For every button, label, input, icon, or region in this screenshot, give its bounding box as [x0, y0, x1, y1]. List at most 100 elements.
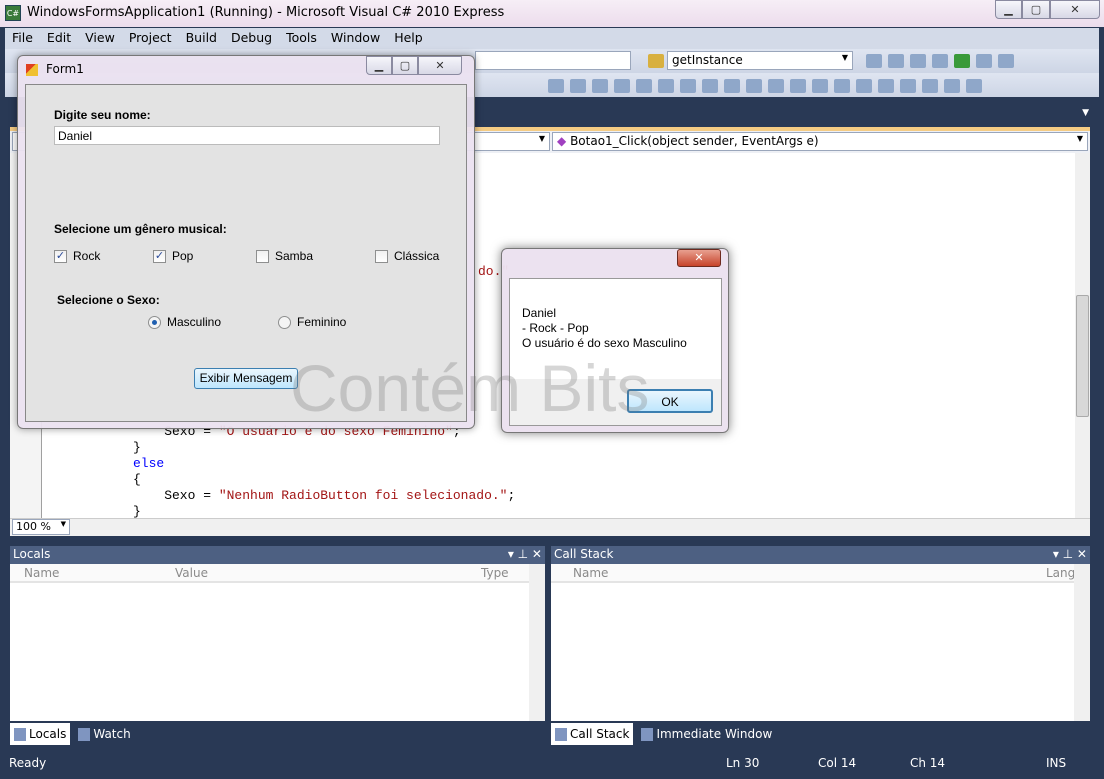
tab-label: Immediate Window: [656, 727, 773, 741]
message-box: ✕ Daniel - Rock - Pop O usuário é do sex…: [501, 248, 729, 433]
tab-locals[interactable]: Locals: [10, 723, 71, 745]
find-in-files-icon[interactable]: [648, 54, 664, 68]
solution-config-combo[interactable]: [475, 51, 631, 70]
callstack-grid: Name Lang: [551, 564, 1090, 721]
find-combo[interactable]: getInstance ▼: [667, 51, 853, 70]
ok-button[interactable]: OK: [627, 389, 713, 413]
format-icon[interactable]: [636, 78, 652, 93]
form-close-button[interactable]: ✕: [418, 56, 462, 75]
locals-tabs: Locals Watch: [10, 721, 545, 745]
locals-icon: [14, 727, 26, 741]
messagebox-client: Daniel - Rock - Pop O usuário é do sexo …: [509, 278, 722, 426]
size-icon[interactable]: [834, 78, 850, 93]
column-type[interactable]: Type: [481, 566, 509, 580]
show-message-button[interactable]: Exibir Mensagem: [194, 368, 298, 389]
zoom-bar: 100 % ▼: [10, 518, 1090, 536]
code-token: }: [133, 504, 141, 519]
align-icon[interactable]: [768, 78, 784, 93]
format-icon[interactable]: [570, 78, 586, 93]
radio-icon: [148, 315, 161, 329]
code-lines: Sexo = "O usuário é do sexo Feminino";} e…: [133, 424, 515, 520]
tab-watch[interactable]: Watch: [74, 723, 134, 745]
status-insert-mode: INS: [1046, 756, 1067, 770]
editor-vertical-scrollbar[interactable]: [1075, 153, 1090, 518]
column-lang[interactable]: Lang: [1046, 566, 1075, 580]
scrollbar-thumb[interactable]: [1076, 295, 1089, 417]
menu-file[interactable]: File: [5, 28, 40, 49]
close-button[interactable]: ✕: [1050, 0, 1100, 19]
form-maximize-button[interactable]: ▢: [392, 56, 418, 75]
align-icon[interactable]: [724, 78, 740, 93]
size-icon[interactable]: [856, 78, 872, 93]
callstack-tabs: Call Stack Immediate Window: [551, 721, 1090, 745]
column-name[interactable]: Name: [573, 566, 608, 580]
tab-label: Locals: [29, 727, 67, 741]
form1-client: Digite seu nome: Daniel Selecione um gên…: [25, 84, 467, 422]
sex-label: Selecione o Sexo:: [57, 293, 160, 307]
properties-icon[interactable]: [888, 53, 904, 68]
size-icon[interactable]: [812, 78, 828, 93]
callstack-scrollbar[interactable]: [1074, 564, 1090, 721]
radio-masculino[interactable]: Masculino: [148, 315, 221, 329]
radio-feminino[interactable]: Feminino: [278, 315, 346, 329]
callstack-panel: Call Stack ▾ ⊥ ✕ Name Lang Call Stack Imme…: [551, 546, 1090, 746]
format-icon[interactable]: [592, 78, 608, 93]
window-title: WindowsFormsApplication1 (Running) - Mic…: [27, 5, 505, 20]
menu-build[interactable]: Build: [179, 28, 224, 49]
column-value[interactable]: Value: [175, 566, 208, 580]
code-line: else: [133, 456, 515, 472]
spacing-icon[interactable]: [900, 78, 916, 93]
checkbox-samba[interactable]: Samba: [256, 249, 313, 263]
tab-dropdown-icon[interactable]: ▼: [1082, 108, 1089, 118]
tools-icon[interactable]: [932, 53, 948, 68]
menu-window[interactable]: Window: [324, 28, 387, 49]
checkbox-classica[interactable]: Clássica: [375, 249, 439, 263]
code-token: }: [133, 440, 141, 455]
minimize-button[interactable]: ▁: [995, 0, 1022, 19]
size-icon[interactable]: [878, 78, 894, 93]
menu-project[interactable]: Project: [122, 28, 179, 49]
genre-label: Selecione um gênero musical:: [54, 222, 227, 236]
format-icon[interactable]: [614, 78, 630, 93]
align-icon[interactable]: [658, 78, 674, 93]
locals-scrollbar[interactable]: [529, 564, 545, 721]
immediate-window-icon: [641, 727, 654, 741]
checkbox-pop[interactable]: ✓ Pop: [153, 249, 193, 263]
messagebox-close-button[interactable]: ✕: [677, 249, 721, 267]
align-icon[interactable]: [746, 78, 762, 93]
spacing-icon[interactable]: [944, 78, 960, 93]
zoom-combo[interactable]: 100 % ▼: [12, 519, 70, 535]
object-browser-icon[interactable]: [910, 53, 926, 68]
message-area: Daniel - Rock - Pop O usuário é do sexo …: [510, 279, 721, 379]
align-icon[interactable]: [680, 78, 696, 93]
checkbox-icon: ✓: [54, 249, 67, 263]
form-minimize-button[interactable]: ▁: [366, 56, 392, 75]
panel-controls-icon[interactable]: ▾ ⊥ ✕: [1053, 547, 1087, 561]
tab-immediate-window[interactable]: Immediate Window: [637, 723, 776, 745]
panel-controls-icon[interactable]: ▾ ⊥ ✕: [508, 547, 542, 561]
code-line: Sexo = "Nenhum RadioButton foi seleciona…: [133, 488, 515, 504]
checkbox-label: Pop: [172, 249, 194, 263]
spacing-icon[interactable]: [922, 78, 938, 93]
spacing-icon[interactable]: [966, 78, 982, 93]
format-icon[interactable]: [548, 78, 564, 93]
checkbox-label: Clássica: [394, 249, 440, 263]
tab-call-stack[interactable]: Call Stack: [551, 723, 634, 745]
checkbox-rock[interactable]: ✓ Rock: [54, 249, 100, 263]
solution-explorer-icon[interactable]: [866, 53, 882, 68]
maximize-button[interactable]: ▢: [1022, 0, 1050, 19]
menu-help[interactable]: Help: [387, 28, 430, 49]
column-name[interactable]: Name: [24, 566, 59, 580]
code-line: }: [133, 440, 515, 456]
align-icon[interactable]: [702, 78, 718, 93]
browser-icon[interactable]: [998, 53, 1014, 68]
member-combo[interactable]: ◆ Botao1_Click(object sender, EventArgs …: [552, 132, 1088, 151]
menu-view[interactable]: View: [78, 28, 122, 49]
extension-icon[interactable]: [976, 53, 992, 68]
menu-tools[interactable]: Tools: [279, 28, 324, 49]
start-icon[interactable]: [954, 53, 970, 68]
menu-edit[interactable]: Edit: [40, 28, 78, 49]
name-input[interactable]: Daniel: [54, 126, 440, 145]
align-icon[interactable]: [790, 78, 806, 93]
menu-debug[interactable]: Debug: [224, 28, 279, 49]
